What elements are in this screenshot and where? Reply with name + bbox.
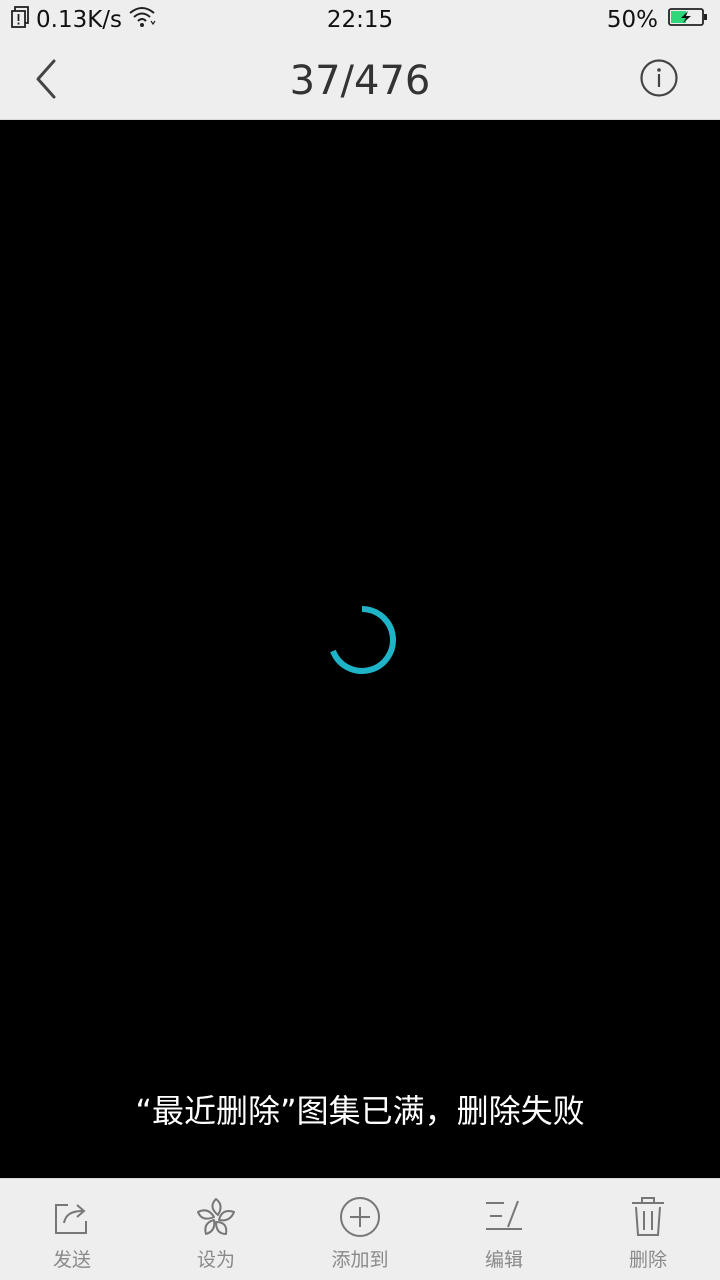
set-as-button[interactable]: 设为 (144, 1179, 288, 1279)
flower-icon (194, 1195, 238, 1239)
share-icon (50, 1195, 94, 1239)
battery-charging-icon (668, 7, 708, 33)
set-as-label: 设为 (196, 1249, 235, 1271)
status-bar: 0.13K/s 22:15 50% (0, 0, 720, 40)
trash-icon (626, 1195, 670, 1239)
edit-icon (482, 1195, 526, 1239)
status-right: 50% (607, 0, 708, 40)
send-label: 发送 (52, 1249, 91, 1271)
battery-percent: 50% (606, 7, 658, 33)
info-icon (640, 59, 678, 97)
add-to-label: 添加到 (331, 1249, 389, 1271)
bottom-toolbar: 发送 设为 添加到 编辑 删除 (0, 1178, 720, 1280)
add-circle-icon (338, 1195, 382, 1239)
error-toast: “最近删除”图集已满，删除失败 (135, 1092, 585, 1130)
loading-spinner-icon (330, 606, 396, 674)
photo-viewer-screen: 0.13K/s 22:15 50% 37/476 “最近删除”图集已满，删除失败… (0, 0, 720, 1280)
info-button[interactable] (636, 55, 682, 101)
edit-label: 编辑 (484, 1249, 523, 1271)
add-to-button[interactable]: 添加到 (288, 1179, 432, 1279)
viewer-header: 37/476 (0, 40, 720, 120)
send-button[interactable]: 发送 (0, 1179, 144, 1279)
delete-button[interactable]: 删除 (576, 1179, 720, 1279)
edit-button[interactable]: 编辑 (432, 1179, 576, 1279)
photo-counter: 37/476 (289, 58, 431, 104)
delete-label: 删除 (628, 1249, 667, 1271)
image-viewer[interactable]: “最近删除”图集已满，删除失败 (0, 120, 720, 1178)
